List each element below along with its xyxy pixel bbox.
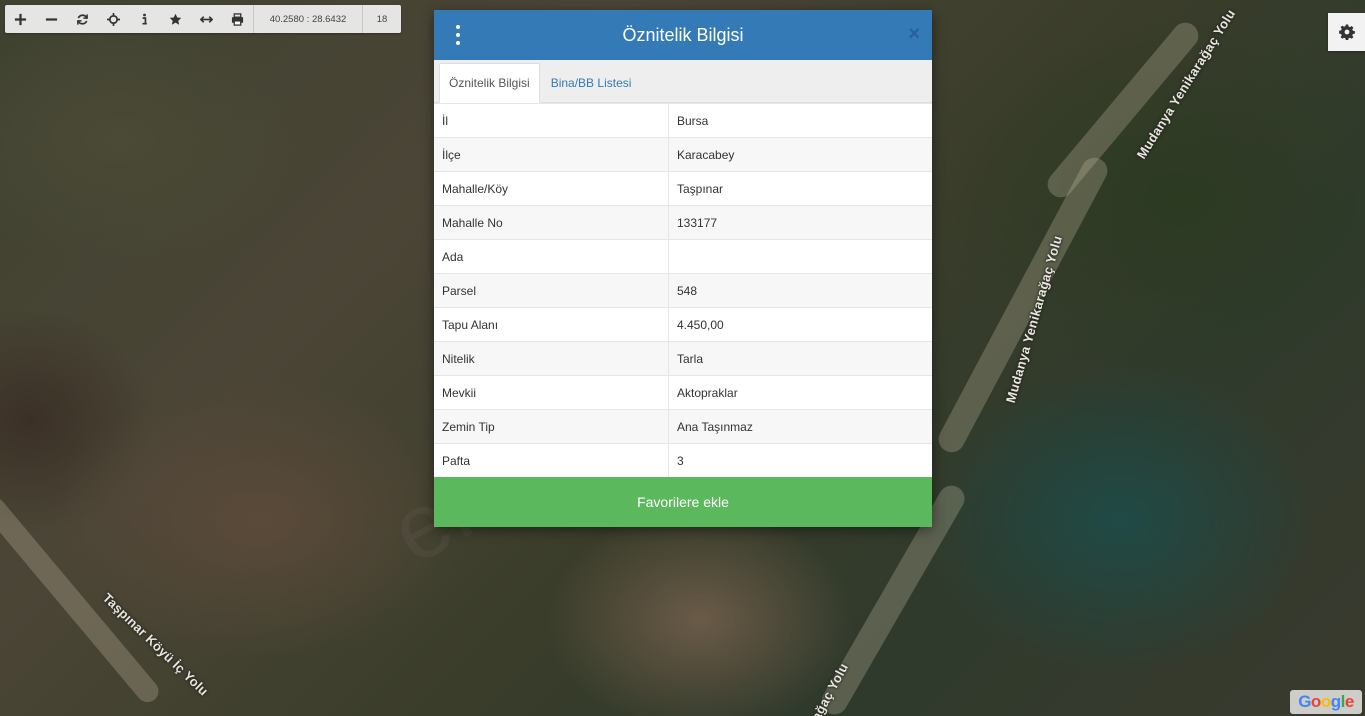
row-key: Mahalle/Köy [434,171,669,206]
row-value: Taşpınar [668,171,932,206]
row-key: Zemin Tip [434,409,669,444]
row-value: 133177 [668,205,932,240]
print-button[interactable] [222,5,253,33]
info-icon [142,13,147,25]
row-key: Pafta [434,443,669,477]
table-row: Mahalle No 133177 [434,205,932,240]
row-value: Bursa [668,103,932,138]
dot [456,41,460,45]
arrows-horizontal-icon [200,15,213,23]
crosshair-icon [107,12,120,26]
refresh-icon [77,13,88,25]
dot [456,33,460,37]
row-key: Mahalle No [434,205,669,240]
zoom-in-button[interactable] [5,5,36,33]
row-key: Tapu Alanı [434,307,669,342]
zoom-level-readout: 18 [362,5,401,33]
dialog-header: Öznitelik Bilgisi × [434,10,932,60]
refresh-button[interactable] [67,5,98,33]
row-key: İlçe [434,137,669,172]
table-row: İl Bursa [434,103,932,138]
table-row: Ada [434,239,932,274]
row-value: Tarla [668,341,932,376]
coordinate-readout: 40.2580 : 28.6432 [253,5,362,33]
close-button[interactable]: × [908,23,920,45]
tab-building-list[interactable]: Bina/BB Listesi [540,64,641,102]
table-row: Mahalle/Köy Taşpınar [434,171,932,206]
locate-button[interactable] [98,5,129,33]
zoom-in-icon [14,13,27,25]
table-row: Nitelik Tarla [434,341,932,376]
dialog-title: Öznitelik Bilgisi [622,24,744,45]
table-row: Zemin Tip Ana Taşınmaz [434,409,932,444]
attribute-table: İl Bursa İlçe Karacabey Mahalle/Köy Taşpına… [434,103,932,477]
table-row: Pafta 3 [434,443,932,477]
google-logo: Google [1290,690,1362,714]
table-row: Parsel 548 [434,273,932,308]
print-icon [231,12,244,26]
zoom-out-button[interactable] [36,5,67,33]
gear-icon [1338,24,1355,40]
vertical-dots-icon [456,25,460,29]
measure-button[interactable] [191,5,222,33]
row-value [668,239,932,274]
row-value: Karacabey [668,137,932,172]
row-value: 4.450,00 [668,307,932,342]
row-value: Ana Taşınmaz [668,409,932,444]
add-to-favorites-button[interactable]: Favorilere ekle [434,477,932,527]
row-value: 3 [668,443,932,477]
favorite-button[interactable] [160,5,191,33]
row-key: İl [434,103,669,138]
dialog-tabs: Öznitelik Bilgisi Bina/BB Listesi [434,60,932,103]
tab-attribute-info[interactable]: Öznitelik Bilgisi [439,63,540,103]
zoom-out-icon [45,17,58,21]
row-key: Ada [434,239,669,274]
row-value: Aktopraklar [668,375,932,410]
row-key: Parsel [434,273,669,308]
row-key: Nitelik [434,341,669,376]
row-value: 548 [668,273,932,308]
map-toolbar: 40.2580 : 28.6432 18 [5,5,401,33]
menu-button[interactable] [450,25,466,45]
star-icon [169,13,182,25]
settings-button[interactable] [1328,13,1365,51]
table-row: İlçe Karacabey [434,137,932,172]
attribute-info-dialog: Öznitelik Bilgisi × Öznitelik Bilgisi Bi… [434,10,932,527]
row-key: Mevkii [434,375,669,410]
table-row: Mevkii Aktopraklar [434,375,932,410]
info-button[interactable] [129,5,160,33]
table-row: Tapu Alanı 4.450,00 [434,307,932,342]
